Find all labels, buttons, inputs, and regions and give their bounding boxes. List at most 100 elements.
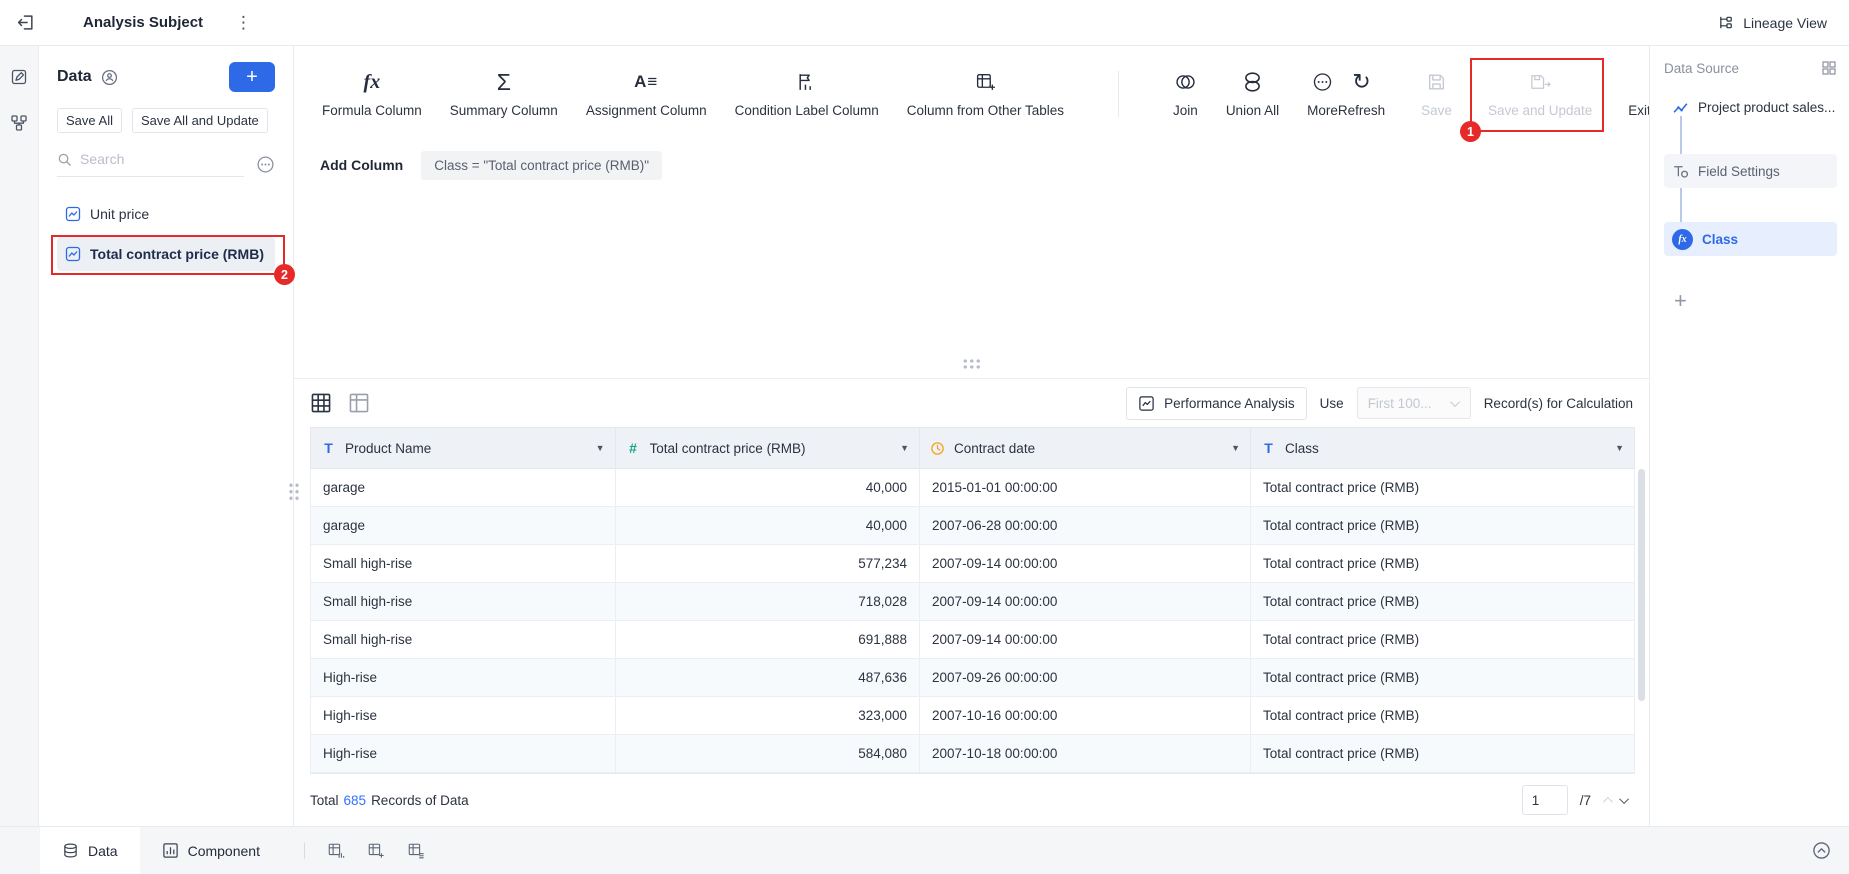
table-row: High-rise 487,636 2007-09-26 00:00:00 To… — [310, 658, 1635, 697]
tab-data[interactable]: Data — [40, 827, 140, 874]
preview-table-zone: Performance Analysis Use First 100... Re… — [294, 378, 1649, 826]
table-toolbar: Performance Analysis Use First 100... Re… — [294, 379, 1649, 427]
formula-chip[interactable]: Class = "Total contract price (RMB)" — [421, 150, 662, 180]
column-header-contract-date[interactable]: Contract date ▼ — [919, 427, 1252, 469]
table-row: garage 40,000 2015-01-01 00:00:00 Total … — [310, 468, 1635, 507]
layout-grid-icon[interactable] — [1821, 60, 1837, 76]
column-header-label: Total contract price (RMB) — [649, 440, 806, 456]
search-more-icon[interactable] — [256, 155, 275, 174]
summary-column-button[interactable]: Σ Summary Column — [450, 69, 558, 119]
column-header-product-name[interactable]: T Product Name ▼ — [310, 427, 616, 469]
save-and-update-annotated: Save and Update 1 — [1459, 58, 1605, 142]
title-kebab-menu-icon[interactable]: ⋮ — [235, 14, 252, 31]
condition-flag-icon — [796, 70, 817, 94]
save-all-button[interactable]: Save All — [57, 108, 122, 133]
search-input[interactable] — [80, 151, 244, 167]
collapse-bottom-icon[interactable] — [1812, 841, 1831, 860]
formula-column-button[interactable]: fx Formula Column — [322, 70, 422, 119]
cell: 40,000 — [614, 506, 921, 545]
cell: 2007-09-26 00:00:00 — [919, 658, 1252, 697]
cell: Total contract price (RMB) — [1250, 734, 1635, 773]
lineage-icon — [1718, 14, 1735, 31]
records-select[interactable]: First 100... — [1356, 387, 1471, 419]
cell: High-rise — [310, 696, 616, 735]
column-header-class[interactable]: T Class ▼ — [1250, 427, 1635, 469]
tab-data-label: Data — [88, 842, 118, 859]
table-row: Small high-rise 691,888 2007-09-14 00:00… — [310, 620, 1635, 659]
column-dropdown-icon[interactable]: ▼ — [900, 443, 909, 453]
left-icon-strip — [0, 46, 39, 826]
add-column-label: Add Column — [320, 157, 404, 173]
field-settings-icon — [1672, 163, 1689, 180]
data-source-flow: Project product sales... Field Settings … — [1664, 94, 1837, 256]
cell: 2007-10-16 00:00:00 — [919, 696, 1252, 735]
insert-table-list-icon[interactable] — [407, 842, 425, 860]
save-and-update-button[interactable]: Save and Update — [1488, 70, 1592, 118]
class-field-item[interactable]: fx Class — [1664, 222, 1837, 256]
condition-label-column-button[interactable]: Condition Label Column — [735, 70, 879, 118]
relation-view-icon[interactable] — [10, 114, 28, 132]
subject-avatar-icon[interactable] — [101, 69, 118, 86]
field-item-unit-price[interactable]: Unit price — [57, 197, 275, 231]
bottom-bar: Data Component — [0, 826, 1849, 874]
performance-analysis-button[interactable]: Performance Analysis — [1126, 386, 1307, 420]
table-header-row: T Product Name ▼ # Total contract price … — [310, 427, 1635, 469]
assignment-column-button[interactable]: A≡ Assignment Column — [586, 70, 707, 118]
column-toolbar: fx Formula Column Σ Summary Column A≡ As… — [294, 46, 1729, 142]
more-button[interactable]: More — [1307, 70, 1338, 118]
field-item-label: Total contract price (RMB) — [90, 246, 264, 262]
join-icon — [1174, 70, 1197, 94]
column-dropdown-icon[interactable]: ▼ — [1231, 443, 1240, 453]
union-all-button[interactable]: Union All — [1226, 70, 1279, 118]
join-label: Join — [1173, 103, 1198, 118]
column-header-total-contract-price[interactable]: # Total contract price (RMB) ▼ — [614, 427, 921, 469]
column-from-other-tables-button[interactable]: Column from Other Tables — [907, 70, 1064, 118]
page-number-input[interactable] — [1521, 785, 1568, 815]
cell: 487,636 — [614, 658, 921, 697]
collapse-panel-icon[interactable] — [16, 13, 35, 32]
date-type-icon — [930, 441, 945, 456]
column-view-icon[interactable] — [348, 392, 370, 414]
page-up-icon[interactable] — [1602, 796, 1613, 807]
field-chart-icon — [65, 246, 81, 262]
source-table-item[interactable]: Project product sales... — [1664, 94, 1837, 120]
cell: 718,028 — [614, 582, 921, 621]
page-down-icon[interactable] — [1619, 793, 1630, 804]
save-all-and-update-button[interactable]: Save All and Update — [131, 108, 268, 133]
cell: Total contract price (RMB) — [1250, 696, 1635, 735]
column-dropdown-icon[interactable]: ▼ — [596, 443, 605, 453]
bar-chart-icon — [162, 842, 179, 859]
field-item-total-contract-price[interactable]: Total contract price (RMB) — [57, 237, 275, 271]
cell: Total contract price (RMB) — [1250, 544, 1635, 583]
app-root: Analysis Subject ⋮ Lineage View Data + S… — [0, 0, 1849, 874]
table-wrap: T Product Name ▼ # Total contract price … — [310, 427, 1645, 774]
data-panel-title: Data — [57, 68, 92, 85]
panel-resize-handle[interactable] — [288, 482, 300, 502]
tab-component[interactable]: Component — [140, 827, 282, 874]
cell: 2015-01-01 00:00:00 — [919, 468, 1252, 507]
add-field-button[interactable]: + — [229, 62, 275, 92]
total-label: Total — [310, 792, 339, 808]
column-dropdown-icon[interactable]: ▼ — [1615, 443, 1624, 453]
save-button[interactable]: Save — [1421, 70, 1452, 118]
union-all-label: Union All — [1225, 103, 1280, 118]
insert-table-plus-icon[interactable] — [367, 842, 385, 860]
refresh-button[interactable]: ↻ Refresh — [1338, 70, 1385, 119]
main-area: fx Formula Column Σ Summary Column A≡ As… — [294, 46, 1729, 826]
table-scrollbar[interactable] — [1638, 469, 1645, 701]
lineage-view-button[interactable]: Lineage View — [1718, 14, 1827, 31]
cell: 323,000 — [614, 696, 921, 735]
edit-subject-icon[interactable] — [10, 68, 28, 86]
add-step-button[interactable]: + — [1664, 288, 1694, 314]
table-resize-handle[interactable] — [961, 358, 982, 370]
field-settings-item[interactable]: Field Settings — [1664, 154, 1837, 188]
annotation-badge-2: 2 — [274, 264, 295, 285]
data-source-title: Data Source — [1664, 60, 1740, 76]
join-button[interactable]: Join — [1173, 70, 1198, 118]
grid-view-icon[interactable] — [310, 392, 332, 414]
formula-icon: fx — [363, 70, 381, 93]
cell: High-rise — [310, 734, 616, 773]
top-bar: Analysis Subject ⋮ Lineage View — [0, 0, 1849, 46]
insert-table-chart-icon[interactable] — [327, 842, 345, 860]
total-count[interactable]: 685 — [344, 793, 367, 808]
